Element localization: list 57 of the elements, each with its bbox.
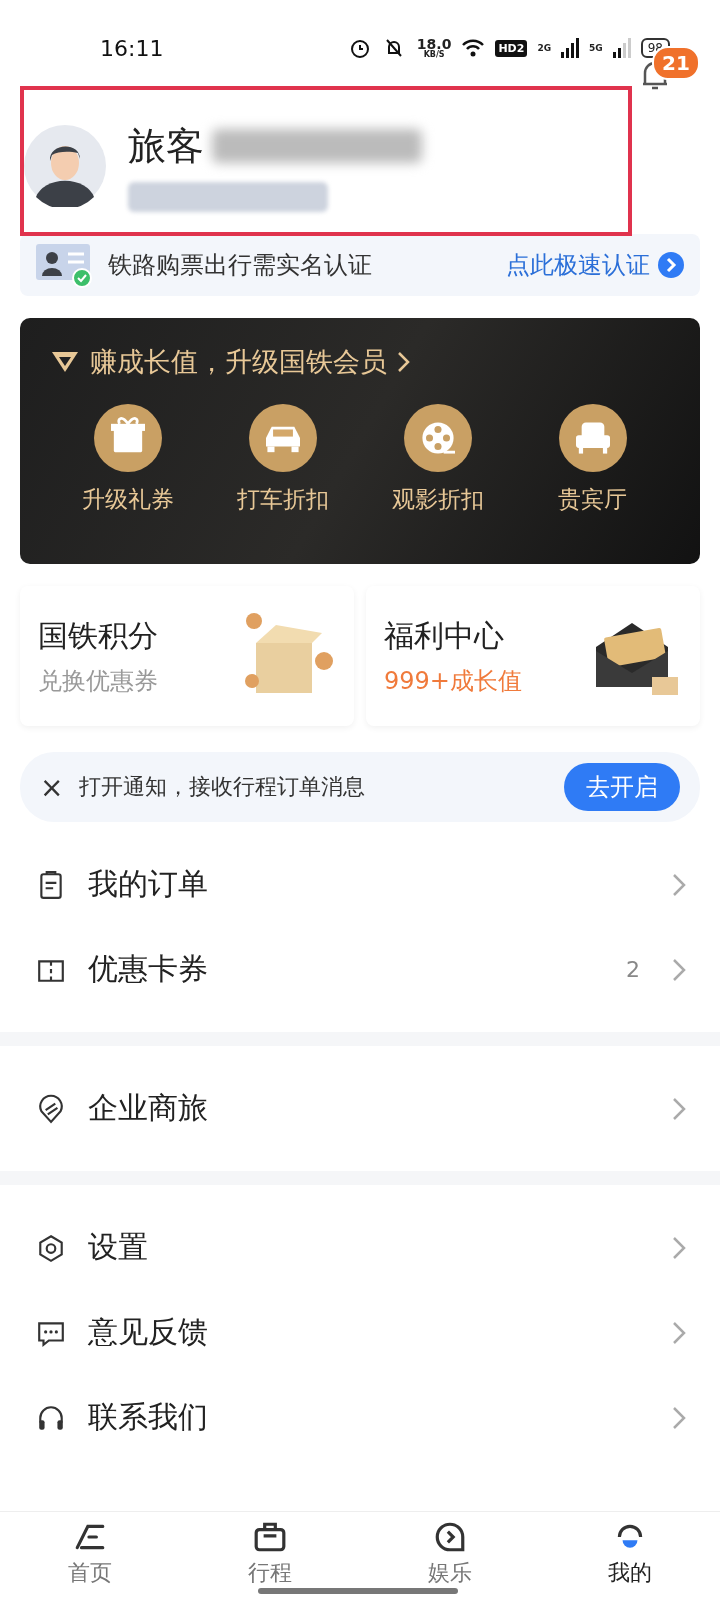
signal-icon bbox=[612, 38, 631, 58]
film-icon bbox=[403, 404, 472, 472]
wifi-icon bbox=[461, 38, 486, 58]
verify-banner[interactable]: 铁路购票出行需实名认证 点此极速认证 bbox=[20, 234, 700, 296]
signal-icon bbox=[561, 38, 580, 58]
sim-label: 5G bbox=[589, 43, 603, 53]
chevron-icon bbox=[672, 957, 686, 982]
verify-text: 铁路购票出行需实名认证 bbox=[108, 250, 372, 281]
verify-link[interactable]: 点此极速认证 bbox=[506, 249, 684, 281]
perk-button[interactable]: 升级礼券 bbox=[50, 404, 205, 515]
chevron-icon bbox=[672, 1235, 686, 1260]
gift-icon bbox=[93, 404, 162, 472]
chevron-icon bbox=[672, 1405, 686, 1430]
tab-item[interactable]: 娱乐 bbox=[360, 1512, 540, 1600]
menu-item[interactable]: 我的订单 bbox=[0, 842, 720, 927]
bag-icon bbox=[253, 1520, 287, 1554]
logo-icon bbox=[50, 350, 80, 374]
feature-tile[interactable]: 国铁积分 兑换优惠券 bbox=[20, 586, 354, 726]
gear-icon bbox=[36, 1232, 66, 1263]
sofa-icon bbox=[558, 404, 627, 472]
chevron-icon bbox=[672, 1096, 686, 1121]
tab-item[interactable]: 行程 bbox=[180, 1512, 360, 1600]
play-icon bbox=[433, 1520, 467, 1554]
car-icon bbox=[248, 404, 317, 472]
menu-item[interactable]: 联系我们 bbox=[0, 1375, 720, 1460]
user-name: 旅客 bbox=[128, 122, 204, 170]
menu-item[interactable]: 优惠卡券 2 bbox=[0, 927, 720, 1012]
tile-subtitle: 兑换优惠券 bbox=[38, 665, 158, 697]
member-upgrade-link[interactable]: 赚成长值，升级国铁会员 bbox=[50, 344, 411, 380]
tab-item[interactable]: 首页 bbox=[0, 1512, 180, 1600]
tile-title: 国铁积分 bbox=[38, 616, 158, 655]
status-time: 16:11 bbox=[100, 35, 164, 61]
pin-icon bbox=[36, 1093, 66, 1124]
enable-button[interactable]: 去开启 bbox=[564, 763, 680, 811]
menu-item[interactable]: 设置 bbox=[0, 1205, 720, 1290]
menu-item[interactable]: 意见反馈 bbox=[0, 1290, 720, 1375]
chevron-icon bbox=[397, 351, 411, 373]
chevron-circle-icon bbox=[658, 252, 684, 278]
net-unit: KB/S bbox=[423, 51, 445, 59]
chevron-icon bbox=[672, 1320, 686, 1345]
perk-button[interactable]: 打车折扣 bbox=[205, 404, 360, 515]
id-card-icon bbox=[36, 242, 94, 288]
net-speed: 18.0 bbox=[416, 37, 452, 51]
tile-subtitle: 999+成长值 bbox=[384, 665, 522, 697]
feature-tile[interactable]: 福利中心 999+成长值 bbox=[366, 586, 700, 726]
avatar-icon[interactable] bbox=[24, 125, 106, 207]
perk-button[interactable]: 贵宾厅 bbox=[515, 404, 670, 515]
hd-indicator: HD2 bbox=[495, 39, 528, 57]
perk-button[interactable]: 观影折扣 bbox=[360, 404, 515, 515]
close-button[interactable]: × bbox=[40, 770, 64, 804]
tab-item[interactable]: 我的 bbox=[540, 1512, 720, 1600]
menu-item[interactable]: 企业商旅 bbox=[0, 1066, 720, 1151]
sim-label: 2G bbox=[537, 43, 552, 53]
chevron-icon bbox=[672, 872, 686, 897]
tile-title: 福利中心 bbox=[384, 616, 505, 655]
notice-text: 打开通知，接收行程订单消息 bbox=[79, 773, 366, 801]
alarm-icon bbox=[348, 37, 371, 59]
